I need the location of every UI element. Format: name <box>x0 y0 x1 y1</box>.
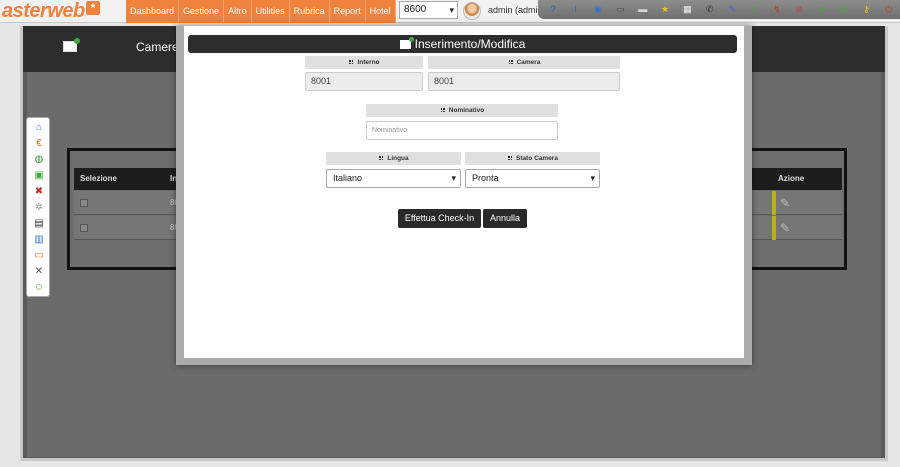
label-stato-text: Stato Camera <box>516 155 558 162</box>
top-bar: asterweb * Dashboard Gestione Altro Utili… <box>0 0 900 23</box>
header-azione: Azione <box>778 174 805 183</box>
connect-icon-glyph: ↯ <box>750 4 759 14</box>
cancel-button[interactable]: Annulla <box>483 209 527 228</box>
delete-icon[interactable]: ✖ <box>32 185 46 198</box>
lingua-select[interactable]: Italiano <box>326 169 461 188</box>
stato-camera-select[interactable]: Pronta <box>465 169 600 188</box>
nav-utilities[interactable]: Utilities <box>251 0 290 23</box>
add-screen-icon <box>63 38 80 52</box>
world-icon[interactable]: ◍ <box>32 153 46 166</box>
help-icon[interactable]: ? <box>542 0 564 19</box>
disconnect-icon[interactable]: ↯ <box>766 0 788 19</box>
nav-dashboard[interactable]: Dashboard <box>126 0 180 23</box>
camera-field[interactable]: 8001 <box>428 72 620 91</box>
label-lingua-text: Lingua <box>387 155 409 162</box>
tools-cross-icon[interactable]: ✕ <box>32 265 46 278</box>
calendar-icon[interactable]: ▦ <box>676 0 698 19</box>
star-icon-glyph: ★ <box>661 4 670 14</box>
modal-body: Inserimento/Modifica Interno Camera 8001… <box>184 26 744 358</box>
key-icon-glyph: ⚷ <box>863 4 870 14</box>
calendar-icon-glyph: ▦ <box>683 4 692 14</box>
globe-icon-glyph: ◉ <box>594 4 602 14</box>
help-icon-glyph: ? <box>550 4 556 14</box>
forward-icon[interactable]: ➜ <box>811 0 833 19</box>
users-icon[interactable]: ☺ <box>32 281 46 294</box>
grid-icon <box>348 59 355 65</box>
euro-icon[interactable]: € <box>32 137 46 150</box>
label-camera-text: Camera <box>516 59 541 66</box>
nav-report[interactable]: Report <box>329 0 366 23</box>
call-icon-glyph: ☏ <box>838 4 850 14</box>
edit-icon[interactable]: ✎ <box>780 196 790 210</box>
label-stato-camera: Stato Camera <box>465 152 600 165</box>
main-nav: Dashboard Gestione Altro Utilities Rubri… <box>126 0 396 23</box>
row-checkbox[interactable] <box>80 224 88 232</box>
label-nominativo: Nominativo <box>366 104 558 117</box>
grid-icon <box>507 59 514 65</box>
nominativo-input[interactable]: Nominativo <box>366 121 558 140</box>
grid-icon <box>439 107 446 113</box>
tool-palette: ⌂ € ◍ ▣ ✖ ✲ ▤ ▥ ▭ ✕ ☺ <box>26 117 50 297</box>
page-title: Camere <box>136 40 179 54</box>
nav-hotel[interactable]: Hotel <box>365 0 396 23</box>
edit-modal: Inserimento/Modifica Interno Camera 8001… <box>176 26 752 365</box>
label-nominativo-text: Nominativo <box>448 107 485 114</box>
nav-altro[interactable]: Altro <box>224 0 252 23</box>
checkin-button[interactable]: Effettua Check-In <box>398 209 481 228</box>
phone-icon[interactable]: ✆ <box>699 0 721 19</box>
monitor-icon[interactable]: ▭ <box>609 0 631 19</box>
modal-title-bar: Inserimento/Modifica <box>188 35 737 53</box>
edit-icon[interactable]: ✎ <box>780 221 790 235</box>
phone-icon-glyph: ✆ <box>706 4 714 14</box>
keyboard-icon[interactable]: ▬ <box>632 0 654 19</box>
label-interno-text: Interno <box>357 59 380 66</box>
modal-title: Inserimento/Modifica <box>414 37 526 51</box>
info-icon-glyph: i <box>574 4 577 14</box>
connect-icon[interactable]: ↯ <box>743 0 765 19</box>
monitor-icon-glyph: ▭ <box>616 4 625 14</box>
label-camera: Camera <box>428 56 620 69</box>
extension-select[interactable]: 8600 <box>399 1 458 19</box>
toolbar: ? i ◉ ▭ ▬ ★ ▦ ✆ ✎ ↯ ↯ ⊘ ➜ ☏ ⚷ ⏻ <box>538 0 900 19</box>
tools-icon[interactable]: ✎ <box>721 0 743 19</box>
row-status-flag <box>772 191 776 215</box>
info-icon[interactable]: i <box>564 0 586 19</box>
bed-icon[interactable]: ▭ <box>32 249 46 262</box>
header-selezione: Selezione <box>80 174 117 183</box>
app-logo[interactable]: asterweb * <box>2 1 100 21</box>
user-label[interactable]: admin (admin) <box>488 5 546 15</box>
settings-icon[interactable]: ✲ <box>32 201 46 214</box>
keyboard-icon-glyph: ▬ <box>638 4 648 14</box>
logo-star-icon: * <box>85 1 100 15</box>
label-interno: Interno <box>305 56 423 69</box>
add-screen-icon <box>399 37 414 49</box>
nav-gestione[interactable]: Gestione <box>179 0 225 23</box>
label-lingua: Lingua <box>326 152 461 165</box>
add-screen-icon[interactable]: ▣ <box>32 169 46 182</box>
interno-field[interactable]: 8001 <box>305 72 423 91</box>
building-icon[interactable]: ▥ <box>32 233 46 246</box>
logout-icon-glyph: ⏻ <box>885 4 893 14</box>
key-icon[interactable]: ⚷ <box>855 0 877 19</box>
user-avatar-icon <box>463 2 481 20</box>
block-icon[interactable]: ⊘ <box>788 0 810 19</box>
nav-rubrica[interactable]: Rubrica <box>289 0 330 23</box>
row-checkbox[interactable] <box>80 199 88 207</box>
logo-text: asterweb <box>2 0 85 22</box>
star-icon[interactable]: ★ <box>654 0 676 19</box>
grid-icon <box>507 155 514 161</box>
globe-icon[interactable]: ◉ <box>587 0 609 19</box>
call-icon[interactable]: ☏ <box>833 0 855 19</box>
block-icon-glyph: ⊘ <box>795 4 804 14</box>
tools-icon-glyph: ✎ <box>728 4 736 14</box>
forward-icon-glyph: ➜ <box>817 4 826 14</box>
home-icon[interactable]: ⌂ <box>32 121 46 134</box>
grid-icon <box>378 155 385 161</box>
disconnect-icon-glyph: ↯ <box>773 4 781 14</box>
logout-icon[interactable]: ⏻ <box>878 0 900 19</box>
notepad-icon[interactable]: ▤ <box>32 217 46 230</box>
row-status-flag <box>772 216 776 240</box>
